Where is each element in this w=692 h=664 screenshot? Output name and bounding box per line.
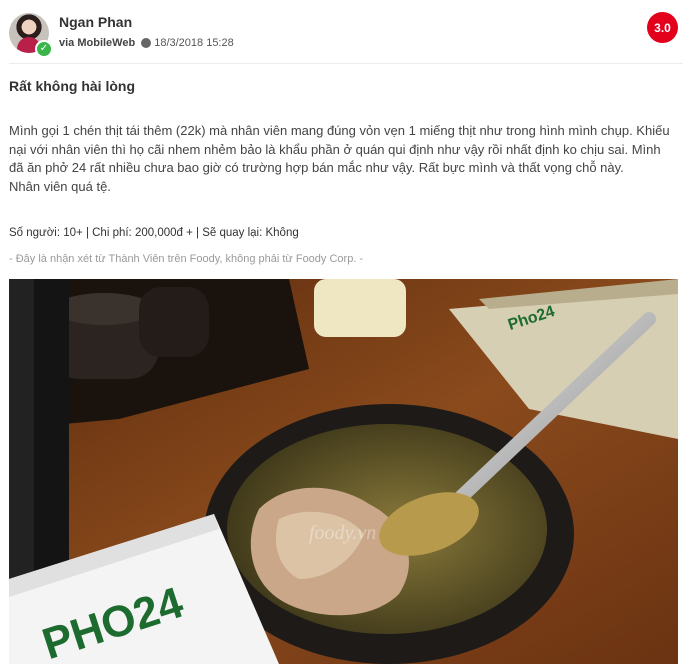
check-badge-icon: ✓ xyxy=(35,40,53,58)
divider xyxy=(9,63,683,64)
via-source: via MobileWeb xyxy=(59,37,136,49)
review-meta: via MobileWeb 18/3/2018 15:28 xyxy=(59,37,234,49)
review-stats: Số người: 10+ | Chi phí: 200,000đ + | Sẽ… xyxy=(9,227,299,239)
user-name[interactable]: Ngan Phan xyxy=(59,14,132,30)
review-paragraph: Nhân viên quá tệ. xyxy=(9,178,111,194)
review-title[interactable]: Rất không hài lòng xyxy=(9,78,135,94)
score-badge: 3.0 xyxy=(647,12,678,43)
review-paragraph: Mình gọi 1 chén thịt tái thêm (22k) mà n… xyxy=(9,123,670,175)
review-body: Mình gọi 1 chén thịt tái thêm (22k) mà n… xyxy=(9,122,677,196)
timestamp: 18/3/2018 15:28 xyxy=(154,37,234,49)
globe-icon xyxy=(141,38,152,48)
avatar[interactable]: ✓ xyxy=(9,13,53,58)
watermark: foody.vn xyxy=(309,522,376,544)
review-photo[interactable]: Pho24 foody.vn PHO24 xyxy=(9,279,678,664)
disclaimer: - Đây là nhận xét từ Thành Viên trên Foo… xyxy=(9,253,364,265)
